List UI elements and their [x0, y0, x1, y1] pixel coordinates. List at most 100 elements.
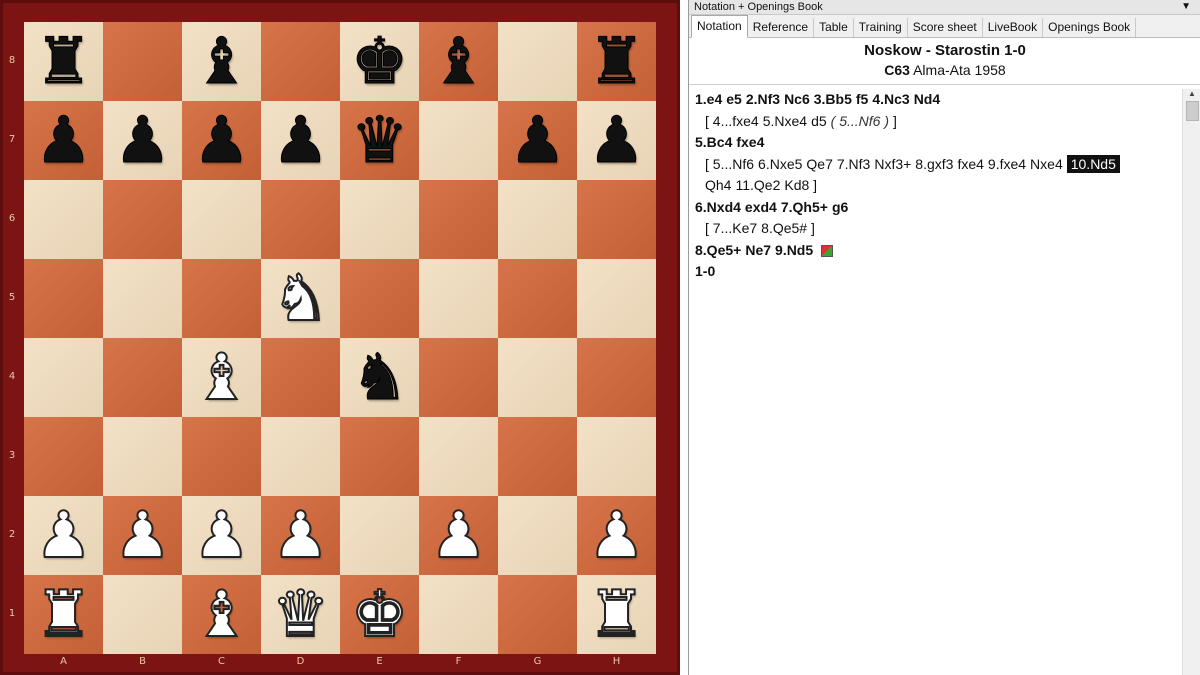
black-pawn-icon[interactable]: ♟ — [508, 108, 566, 173]
square-g6[interactable] — [498, 180, 577, 259]
square-d5[interactable]: ♞ — [261, 259, 340, 338]
square-c5[interactable] — [182, 259, 261, 338]
move-token[interactable]: ] — [893, 113, 897, 129]
white-bishop-icon[interactable]: ♝ — [192, 582, 251, 648]
square-d4[interactable] — [261, 338, 340, 417]
move-token[interactable]: 7.Qh5+ — [781, 199, 828, 215]
move-token[interactable]: [ 5...Nf6 — [705, 156, 754, 172]
triangle-down-icon[interactable]: ▼ — [1181, 0, 1191, 14]
move-token[interactable]: Ne7 — [745, 242, 771, 258]
square-c2[interactable]: ♟ — [182, 496, 261, 575]
black-bishop-icon[interactable]: ♝ — [192, 29, 250, 94]
black-queen-icon[interactable]: ♛ — [350, 108, 408, 173]
square-e1[interactable]: ♚ — [340, 575, 419, 654]
move-token[interactable]: 9.Nd5 — [775, 242, 813, 258]
move-token[interactable]: 8.Qe5+ — [695, 242, 741, 258]
square-c1[interactable]: ♝ — [182, 575, 261, 654]
move-token[interactable]: 5.Nxe4 — [763, 113, 807, 129]
black-knight-icon[interactable]: ♞ — [350, 345, 408, 410]
tab-score-sheet[interactable]: Score sheet — [908, 18, 983, 37]
square-h2[interactable]: ♟ — [577, 496, 656, 575]
square-d8[interactable] — [261, 22, 340, 101]
tab-table[interactable]: Table — [814, 18, 854, 37]
square-f7[interactable] — [419, 101, 498, 180]
move-token[interactable]: 6.Nxd4 — [695, 199, 741, 215]
square-c4[interactable]: ♝ — [182, 338, 261, 417]
square-g4[interactable] — [498, 338, 577, 417]
square-b7[interactable]: ♟ — [103, 101, 182, 180]
tab-reference[interactable]: Reference — [748, 18, 815, 37]
square-g5[interactable] — [498, 259, 577, 338]
move-token[interactable]: 11.Qe2 — [735, 177, 780, 193]
square-b5[interactable] — [103, 259, 182, 338]
move-token[interactable]: 4.Nc3 — [872, 91, 909, 107]
square-c3[interactable] — [182, 417, 261, 496]
white-bishop-icon[interactable]: ♝ — [192, 345, 251, 411]
move-token[interactable]: ( 5...Nf6 ) — [831, 113, 889, 129]
square-f8[interactable]: ♝ — [419, 22, 498, 101]
square-a4[interactable] — [24, 338, 103, 417]
white-pawn-icon[interactable]: ♟ — [192, 503, 251, 569]
square-e7[interactable]: ♛ — [340, 101, 419, 180]
square-h1[interactable]: ♜ — [577, 575, 656, 654]
square-a1[interactable]: ♜ — [24, 575, 103, 654]
square-d1[interactable]: ♛ — [261, 575, 340, 654]
scroll-up-arrow-icon[interactable]: ▲ — [1183, 89, 1200, 99]
square-e3[interactable] — [340, 417, 419, 496]
square-f1[interactable] — [419, 575, 498, 654]
white-rook-icon[interactable]: ♜ — [34, 582, 93, 648]
notation-list[interactable]: 1.e4 e5 2.Nf3 Nc6 3.Bb5 f5 4.Nc3 Nd4[ 4...fxe4 5… — [689, 89, 1187, 675]
tab-training[interactable]: Training — [854, 18, 908, 37]
chessboard[interactable]: ♜ ♝ ♚ ♝ ♜ ♟ ♟ ♟ ♟ ♛ ♟ ♟ ♞ ♝ ♞ ♟ ♟ ♟ ♟ ♟ ♟ ♜ ♝ ♛ ♚ ♜ — [24, 22, 656, 654]
square-a7[interactable]: ♟ — [24, 101, 103, 180]
move-token[interactable]: Kd8 ] — [784, 177, 817, 193]
move-token[interactable]: 8.gxf3 — [915, 156, 953, 172]
tab-livebook[interactable]: LiveBook — [983, 18, 1044, 37]
square-h6[interactable] — [577, 180, 656, 259]
white-knight-icon[interactable]: ♞ — [271, 266, 330, 332]
move-token[interactable]: Qe7 — [806, 156, 832, 172]
black-pawn-icon[interactable]: ♟ — [113, 108, 171, 173]
move-token[interactable]: [ 7...Ke7 — [705, 220, 757, 236]
black-bishop-icon[interactable]: ♝ — [429, 29, 487, 94]
move-token[interactable]: 10.Nd5 — [1066, 154, 1120, 173]
move-token[interactable]: exd4 — [745, 199, 777, 215]
square-b1[interactable] — [103, 575, 182, 654]
square-h7[interactable]: ♟ — [577, 101, 656, 180]
move-token[interactable]: d5 — [811, 113, 827, 129]
square-g8[interactable] — [498, 22, 577, 101]
move-token[interactable]: [ 4...fxe4 — [705, 113, 759, 129]
square-e8[interactable]: ♚ — [340, 22, 419, 101]
black-pawn-icon[interactable]: ♟ — [587, 108, 645, 173]
square-c7[interactable]: ♟ — [182, 101, 261, 180]
square-b2[interactable]: ♟ — [103, 496, 182, 575]
square-f5[interactable] — [419, 259, 498, 338]
square-d3[interactable] — [261, 417, 340, 496]
white-pawn-icon[interactable]: ♟ — [271, 503, 330, 569]
square-f2[interactable]: ♟ — [419, 496, 498, 575]
black-pawn-icon[interactable]: ♟ — [34, 108, 92, 173]
square-d2[interactable]: ♟ — [261, 496, 340, 575]
square-a2[interactable]: ♟ — [24, 496, 103, 575]
black-rook-icon[interactable]: ♜ — [34, 29, 92, 94]
square-e4[interactable]: ♞ — [340, 338, 419, 417]
move-token[interactable]: Qh4 — [705, 177, 731, 193]
scroll-thumb[interactable] — [1186, 101, 1199, 121]
move-token[interactable]: fxe4 — [957, 156, 983, 172]
square-a6[interactable] — [24, 180, 103, 259]
move-token[interactable]: 7.Nf3 — [837, 156, 870, 172]
square-g2[interactable] — [498, 496, 577, 575]
annotation-flag-icon[interactable] — [821, 244, 834, 257]
square-d6[interactable] — [261, 180, 340, 259]
move-token[interactable]: Nd4 — [914, 91, 940, 107]
move-token[interactable]: f5 — [856, 91, 868, 107]
black-rook-icon[interactable]: ♜ — [587, 29, 645, 94]
black-pawn-icon[interactable]: ♟ — [271, 108, 329, 173]
square-h8[interactable]: ♜ — [577, 22, 656, 101]
square-b4[interactable] — [103, 338, 182, 417]
square-a3[interactable] — [24, 417, 103, 496]
square-e5[interactable] — [340, 259, 419, 338]
white-king-icon[interactable]: ♚ — [350, 582, 409, 648]
white-pawn-icon[interactable]: ♟ — [429, 503, 488, 569]
tab-openings-book[interactable]: Openings Book — [1043, 18, 1137, 37]
